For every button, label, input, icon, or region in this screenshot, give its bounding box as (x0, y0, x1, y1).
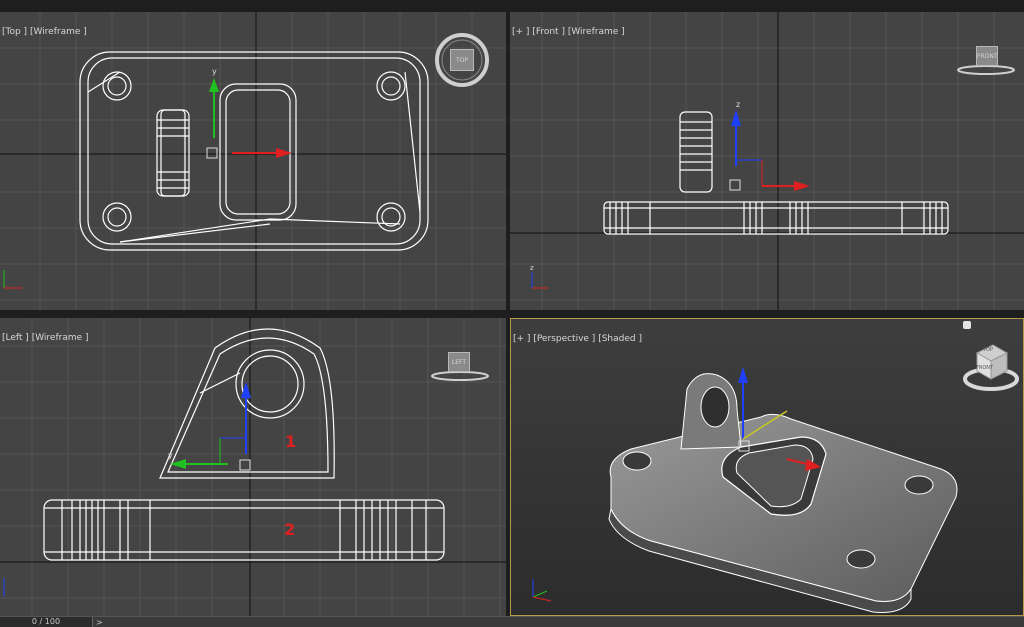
viewport-name-top[interactable]: [Top ] (2, 27, 27, 37)
viewport-mode-front[interactable]: [Wireframe ] (568, 27, 625, 37)
viewport-front[interactable]: z z [+ ] [Front ] [Wireframe ] FRONT (510, 12, 1024, 310)
svg-text:y: y (212, 67, 217, 76)
viewport-perspective[interactable]: [+ ] [Perspective ] [Shaded ] TOP FRONT (510, 318, 1024, 616)
annotation-part-2: 2 (284, 520, 296, 539)
annotation-part-1: 1 (285, 432, 297, 451)
viewport-mode-left[interactable]: [Wireframe ] (32, 333, 89, 343)
viewcube-face-top-persp[interactable]: TOP (983, 347, 993, 353)
perspective-shaded-scene (532, 367, 958, 613)
viewcube-face-top[interactable]: TOP (450, 49, 474, 71)
viewport-plus-menu-front[interactable]: [+ ] (512, 27, 529, 37)
viewport-mode-top[interactable]: [Wireframe ] (30, 27, 87, 37)
lightbulb-icon[interactable] (963, 321, 971, 329)
viewcube-face-left[interactable]: LEFT (448, 352, 470, 372)
svg-text:y: y (168, 451, 173, 460)
viewcube-face-front-persp[interactable]: FRONT (976, 365, 993, 371)
viewport-label-front[interactable]: [+ ] [Front ] [Wireframe ] (512, 27, 625, 38)
viewcube-icon[interactable]: LEFT (430, 348, 490, 384)
viewcube-icon[interactable]: TOP (434, 32, 490, 88)
viewport-name-perspective[interactable]: [Perspective ] (533, 334, 595, 344)
viewport-label-left[interactable]: [Left ] [Wireframe ] (2, 333, 89, 344)
viewcube-face-front[interactable]: FRONT (976, 46, 998, 66)
viewport-label-perspective[interactable]: [+ ] [Perspective ] [Shaded ] (513, 334, 642, 345)
viewport-mode-perspective[interactable]: [Shaded ] (598, 334, 642, 344)
viewport-plus-menu-perspective[interactable]: [+ ] (513, 334, 530, 344)
viewport-left[interactable]: y [Left ] [Wireframe ] 1 2 LEFT (0, 318, 506, 616)
viewport-label-top[interactable]: [Top ] [Wireframe ] (2, 27, 87, 38)
svg-text:z: z (736, 100, 740, 109)
top-wireframe-scene: y (0, 12, 506, 310)
viewcube-icon[interactable]: TOP FRONT (961, 341, 1021, 395)
viewcube-icon[interactable]: FRONT (956, 42, 1016, 78)
viewport-name-left[interactable]: [Left ] (2, 333, 29, 343)
viewport-top[interactable]: y [Top ] [Wireframe ] TOP (0, 12, 506, 310)
front-wireframe-scene: z z (510, 12, 1024, 310)
viewport-name-front[interactable]: [Front ] (532, 27, 565, 37)
time-slider-bar[interactable]: 0 / 100 > (0, 616, 1024, 627)
svg-text:z: z (530, 264, 534, 272)
